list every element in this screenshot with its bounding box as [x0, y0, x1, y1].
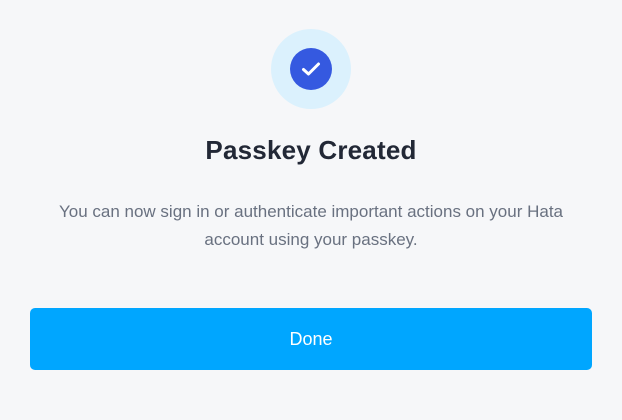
dialog-description: You can now sign in or authenticate impo… [58, 202, 563, 249]
passkey-created-dialog: Passkey Created You can now sign in or a… [0, 0, 622, 420]
done-button[interactable]: Done [30, 308, 592, 370]
check-circle-icon [290, 48, 332, 90]
dialog-title: Passkey Created [205, 135, 417, 165]
success-badge [271, 29, 351, 109]
check-icon [302, 62, 320, 76]
